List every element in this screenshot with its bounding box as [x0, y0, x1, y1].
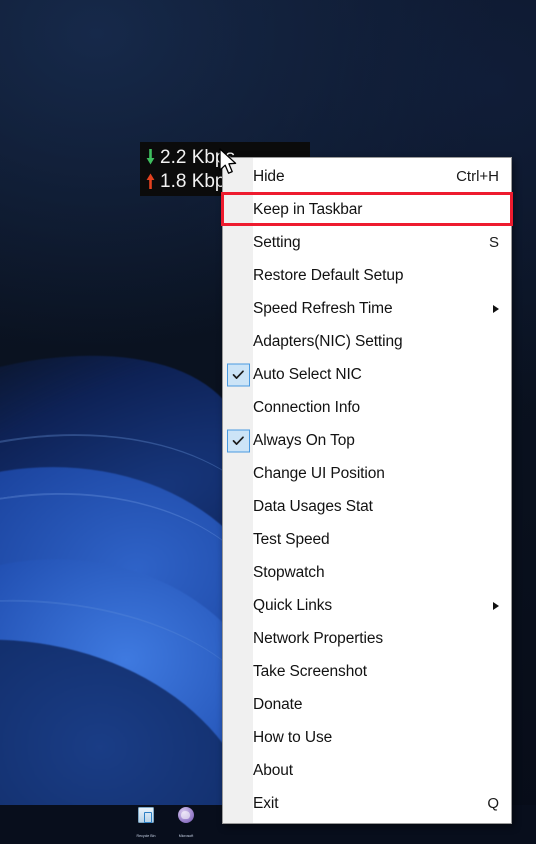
menu-item-label: How to Use	[253, 728, 333, 746]
menu-item-label: Always On Top	[253, 431, 355, 449]
menu-item-how-to-use[interactable]: How to Use	[223, 721, 511, 754]
menu-item-label: Donate	[253, 695, 303, 713]
up-arrow-icon	[146, 173, 155, 189]
menu-item-hide[interactable]: Hide Ctrl+H	[223, 160, 511, 193]
menu-item-label: Connection Info	[253, 398, 361, 416]
desktop-icon-group: Recycle Bin Microsoft	[131, 807, 201, 842]
menu-item-label: Adapters(NIC) Setting	[253, 332, 403, 350]
menu-item-data-usages-stat[interactable]: Data Usages Stat	[223, 490, 511, 523]
menu-item-label: Restore Default Setup	[253, 266, 404, 284]
context-menu: Hide Ctrl+H Keep in Taskbar Setting S Restore…	[221, 157, 513, 824]
menu-item-label: Data Usages Stat	[253, 497, 373, 515]
menu-item-label: Setting	[253, 233, 301, 251]
checkmark-icon	[227, 429, 250, 452]
desktop-icon-microsoft-edge[interactable]: Microsoft	[171, 807, 201, 842]
menu-item-adaptersnic-setting[interactable]: Adapters(NIC) Setting	[223, 325, 511, 358]
desktop-icon-label: Recycle Bin	[136, 834, 156, 838]
menu-item-label: Keep in Taskbar	[253, 200, 363, 218]
menu-item-test-speed[interactable]: Test Speed	[223, 523, 511, 556]
menu-item-label: Stopwatch	[253, 563, 325, 581]
menu-item-exit[interactable]: Exit Q	[223, 787, 511, 820]
menu-item-label: Quick Links	[253, 596, 333, 614]
menu-item-setting[interactable]: Setting S	[223, 226, 511, 259]
menu-item-label: Exit	[253, 794, 279, 812]
menu-item-stopwatch[interactable]: Stopwatch	[223, 556, 511, 589]
menu-item-label: Test Speed	[253, 530, 330, 548]
menu-item-shortcut: Q	[487, 795, 499, 812]
menu-item-restore-default-setup[interactable]: Restore Default Setup	[223, 259, 511, 292]
recycle-bin-icon	[138, 807, 154, 823]
menu-item-quick-links[interactable]: Quick Links	[223, 589, 511, 622]
menu-item-shortcut: Ctrl+H	[456, 168, 499, 185]
menu-item-shortcut: S	[488, 234, 499, 251]
menu-item-label: Change UI Position	[253, 464, 385, 482]
menu-item-label: Speed Refresh Time	[253, 299, 393, 317]
down-arrow-icon	[146, 149, 155, 165]
menu-item-always-on-top[interactable]: Always On Top	[223, 424, 511, 457]
desktop-screen: Recycle Bin Microsoft 2.2 Kbps 1.8 Kbps …	[0, 0, 536, 844]
menu-item-auto-select-nic[interactable]: Auto Select NIC	[223, 358, 511, 391]
menu-item-take-screenshot[interactable]: Take Screenshot	[223, 655, 511, 688]
menu-item-label: About	[253, 761, 294, 779]
submenu-chevron-right-icon	[493, 304, 499, 313]
menu-item-about[interactable]: About	[223, 754, 511, 787]
desktop-icon-recycle-bin[interactable]: Recycle Bin	[131, 807, 161, 842]
menu-item-donate[interactable]: Donate	[223, 688, 511, 721]
menu-item-label: Hide	[253, 167, 285, 185]
menu-item-label: Auto Select NIC	[253, 365, 362, 383]
menu-item-network-properties[interactable]: Network Properties	[223, 622, 511, 655]
desktop-icon-label: Microsoft	[178, 834, 194, 838]
submenu-chevron-right-icon	[493, 601, 499, 610]
checkmark-icon	[227, 363, 250, 386]
menu-item-connection-info[interactable]: Connection Info	[223, 391, 511, 424]
menu-item-keep-in-taskbar[interactable]: Keep in Taskbar	[223, 193, 511, 226]
menu-item-label: Network Properties	[253, 629, 383, 647]
microsoft-edge-icon	[178, 807, 194, 823]
menu-item-label: Take Screenshot	[253, 662, 367, 680]
menu-item-change-ui-position[interactable]: Change UI Position	[223, 457, 511, 490]
menu-item-speed-refresh-time[interactable]: Speed Refresh Time	[223, 292, 511, 325]
